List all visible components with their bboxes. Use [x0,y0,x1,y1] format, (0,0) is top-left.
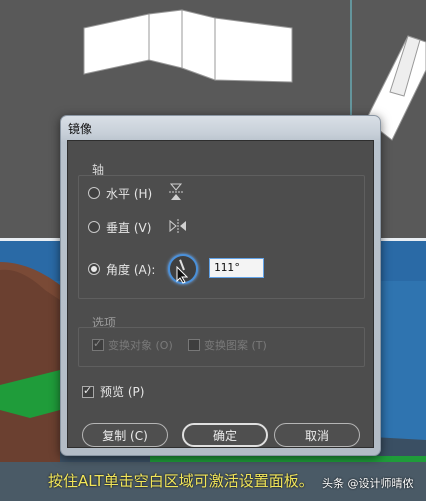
watermark: 头条 @设计师晴侬 [322,477,414,490]
radio-angle-button[interactable] [88,263,100,275]
option-transform-patterns[interactable]: 变换图案 (T) [188,337,267,353]
radio-angle-label: 角度 (A): [106,262,156,277]
mouse-pointer-icon [176,266,188,284]
radio-vertical-button[interactable] [88,221,100,233]
radio-horizontal[interactable]: 水平 (H) [88,183,152,203]
transform-patterns-label: 变换图案 (T) [204,339,267,352]
radio-angle[interactable]: 角度 (A): [88,259,155,279]
cancel-button[interactable]: 取消 [274,423,360,447]
copy-button[interactable]: 复制 (C) [82,423,168,447]
transform-patterns-checkbox[interactable] [188,339,200,351]
option-transform-objects[interactable]: 变换对象 (O) [92,337,173,353]
preview-checkbox[interactable] [82,384,94,398]
transform-objects-label: 变换对象 (O) [108,339,173,352]
radio-vertical-label: 垂直 (V) [106,220,152,235]
transform-objects-checkbox[interactable] [92,337,104,351]
tutorial-caption: 按住ALT单击空白区域可激活设置面板。 [48,472,314,490]
radio-horizontal-button[interactable] [88,187,100,199]
preview-label: 预览 (P) [100,385,145,399]
radio-horizontal-label: 水平 (H) [106,186,153,201]
dialog-title: 镜像 [68,122,93,136]
preview-option[interactable]: 预览 (P) [82,383,144,400]
reflect-dialog: 镜像 轴 水平 (H) 垂直 (V) 角度 (A): 111° 选项 ✓ 变换对… [60,115,381,456]
ok-button[interactable]: 确定 [182,423,268,447]
flip-horizontal-axis-icon [169,183,183,200]
flip-vertical-axis-icon [169,219,186,233]
radio-vertical[interactable]: 垂直 (V) [88,217,151,237]
dialog-body: 轴 水平 (H) 垂直 (V) 角度 (A): 111° 选项 ✓ 变换对象 (… [67,140,374,448]
angle-input[interactable]: 111° [209,258,264,278]
